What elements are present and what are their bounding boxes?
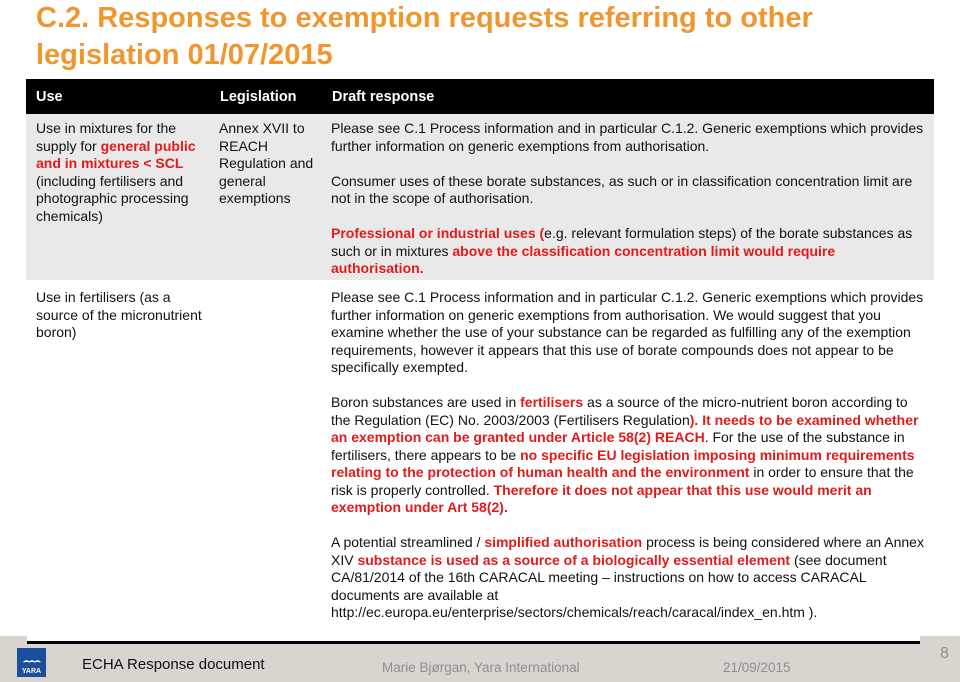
- exemption-table: Use Legislation Draft response Use in mi…: [26, 79, 934, 622]
- response-cell: Please see C.1 Process information and i…: [323, 114, 934, 280]
- logo-text: YARA: [21, 668, 42, 675]
- response-text: Boron substances are used in: [331, 394, 521, 410]
- viking-ship-icon: ⌢⌢⌢: [23, 656, 41, 667]
- header-use: Use: [36, 88, 63, 105]
- footer-date: 21/09/2015: [723, 660, 791, 675]
- table-row: Use in mixtures for the supply for gener…: [26, 114, 934, 280]
- header-draft-response: Draft response: [332, 88, 435, 105]
- use-cell: Use in fertilisers (as a source of the m…: [36, 289, 202, 340]
- response-paragraph: A potential streamlined / simplified aut…: [331, 534, 926, 622]
- response-highlight: substance is used as a source of a biolo…: [357, 551, 791, 568]
- response-highlight: simplified authorisation: [484, 534, 643, 550]
- author: Marie Bjørgan, Yara International: [382, 660, 580, 675]
- response-text: A potential streamlined /: [331, 534, 485, 550]
- header-legislation: Legislation: [220, 88, 297, 105]
- use-cell: Use in mixtures for the supply for gener…: [26, 114, 219, 280]
- response-paragraph: Please see C.1 Process information and i…: [331, 120, 924, 154]
- response-paragraph: Boron substances are used in fertilisers…: [331, 394, 926, 517]
- yara-logo: ⌢⌢⌢ YARA: [17, 648, 46, 677]
- document-name: ECHA Response document: [82, 656, 265, 673]
- legislation-cell: Annex XVII to REACH Regulation and gener…: [219, 120, 314, 206]
- table-row: Use in fertilisers (as a source of the m…: [26, 280, 934, 622]
- page-number: 8: [940, 645, 949, 662]
- response-paragraph: Consumer uses of these borate substances…: [331, 172, 913, 207]
- slide-title: C.2. Responses to exemption requests ref…: [36, 2, 813, 71]
- footer-divider: [27, 641, 920, 644]
- response-cell: Please see C.1 Process information and i…: [323, 280, 934, 622]
- legislation-cell: [219, 280, 323, 622]
- use-text: (including fertilisers and photographic …: [36, 172, 189, 224]
- response-highlight: fertilisers: [520, 394, 584, 410]
- table-header: Use Legislation Draft response: [26, 79, 934, 114]
- response-highlight: Professional or industrial uses (: [331, 225, 545, 241]
- response-paragraph: Professional or industrial uses (e.g. re…: [331, 225, 926, 278]
- response-paragraph: Please see C.1 Process information and i…: [331, 289, 924, 375]
